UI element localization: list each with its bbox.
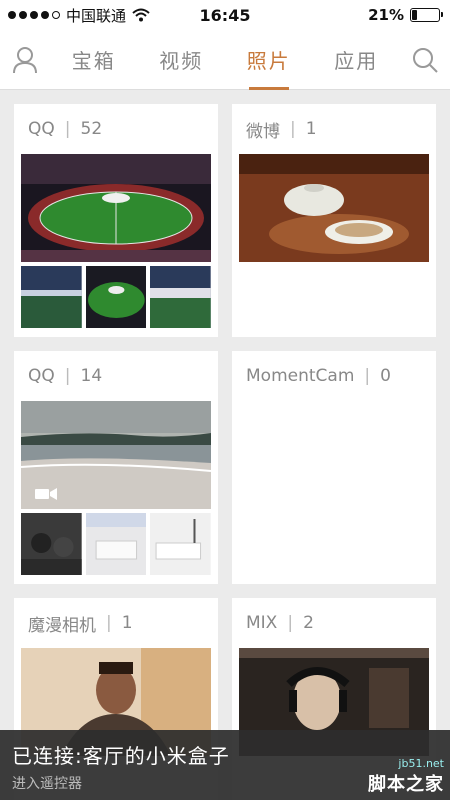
album-cover-image: [239, 154, 429, 262]
watermark: jb51.net 脚本之家: [368, 757, 444, 796]
tab-bar: 宝箱 视频 照片 应用: [50, 30, 400, 90]
album-name: MIX: [246, 613, 278, 633]
album-thumbnails: [21, 266, 212, 328]
tab-treasure[interactable]: 宝箱: [72, 30, 116, 90]
thumbnail-image: [21, 266, 82, 328]
album-card[interactable]: MomentCam | 0: [232, 351, 436, 584]
watermark-url: jb51.net: [398, 757, 444, 770]
connection-banner[interactable]: 已连接:客厅的小米盒子 进入遥控器 jb51.net 脚本之家: [0, 730, 450, 800]
album-count: 1: [305, 119, 317, 139]
status-bar: 中国联通 16:45 21%: [0, 0, 450, 30]
thumbnail-image: [150, 513, 212, 575]
user-icon: [13, 46, 37, 73]
album-name: QQ: [28, 119, 55, 139]
album-name: 魔漫相机: [28, 615, 96, 636]
album-count: 52: [80, 119, 103, 139]
thumbnail-image: [85, 513, 147, 575]
tab-apps[interactable]: 应用: [334, 30, 378, 90]
thumbnail-image: [21, 513, 82, 575]
album-name: MomentCam: [246, 366, 355, 386]
carrier-name: 中国联通: [66, 6, 127, 25]
profile-button[interactable]: [0, 30, 50, 90]
album-card[interactable]: QQ | 14: [14, 351, 218, 584]
tab-photos[interactable]: 照片: [247, 30, 291, 90]
album-cover-image: [21, 154, 211, 262]
wifi-icon: [132, 8, 150, 22]
album-thumbnails: [21, 513, 212, 575]
thumbnail-image: [85, 266, 147, 328]
album-cover-image: [21, 401, 211, 509]
thumbnail-image: [150, 266, 212, 328]
video-camera-icon: [35, 488, 57, 500]
album-count: 14: [80, 366, 103, 386]
signal-strength-icon: [8, 11, 60, 19]
album-card[interactable]: 微博 | 1: [232, 104, 436, 337]
tab-videos[interactable]: 视频: [159, 30, 203, 90]
search-button[interactable]: [400, 30, 450, 90]
album-name: 微博: [246, 121, 280, 142]
search-icon: [413, 47, 438, 73]
album-count: 1: [121, 613, 133, 633]
album-count: 2: [303, 613, 314, 633]
battery-icon: [410, 8, 443, 22]
album-card[interactable]: QQ | 52: [14, 104, 218, 337]
album-grid: QQ | 52 微博 | 1 QQ | 14 MomentCam | 0 魔漫相…: [0, 90, 450, 800]
album-count: 0: [380, 366, 391, 386]
album-name: QQ: [28, 366, 55, 386]
top-navigation: 宝箱 视频 照片 应用: [0, 30, 450, 90]
watermark-logo-text: 脚本之家: [368, 774, 444, 795]
battery-percent: 21%: [368, 6, 404, 24]
